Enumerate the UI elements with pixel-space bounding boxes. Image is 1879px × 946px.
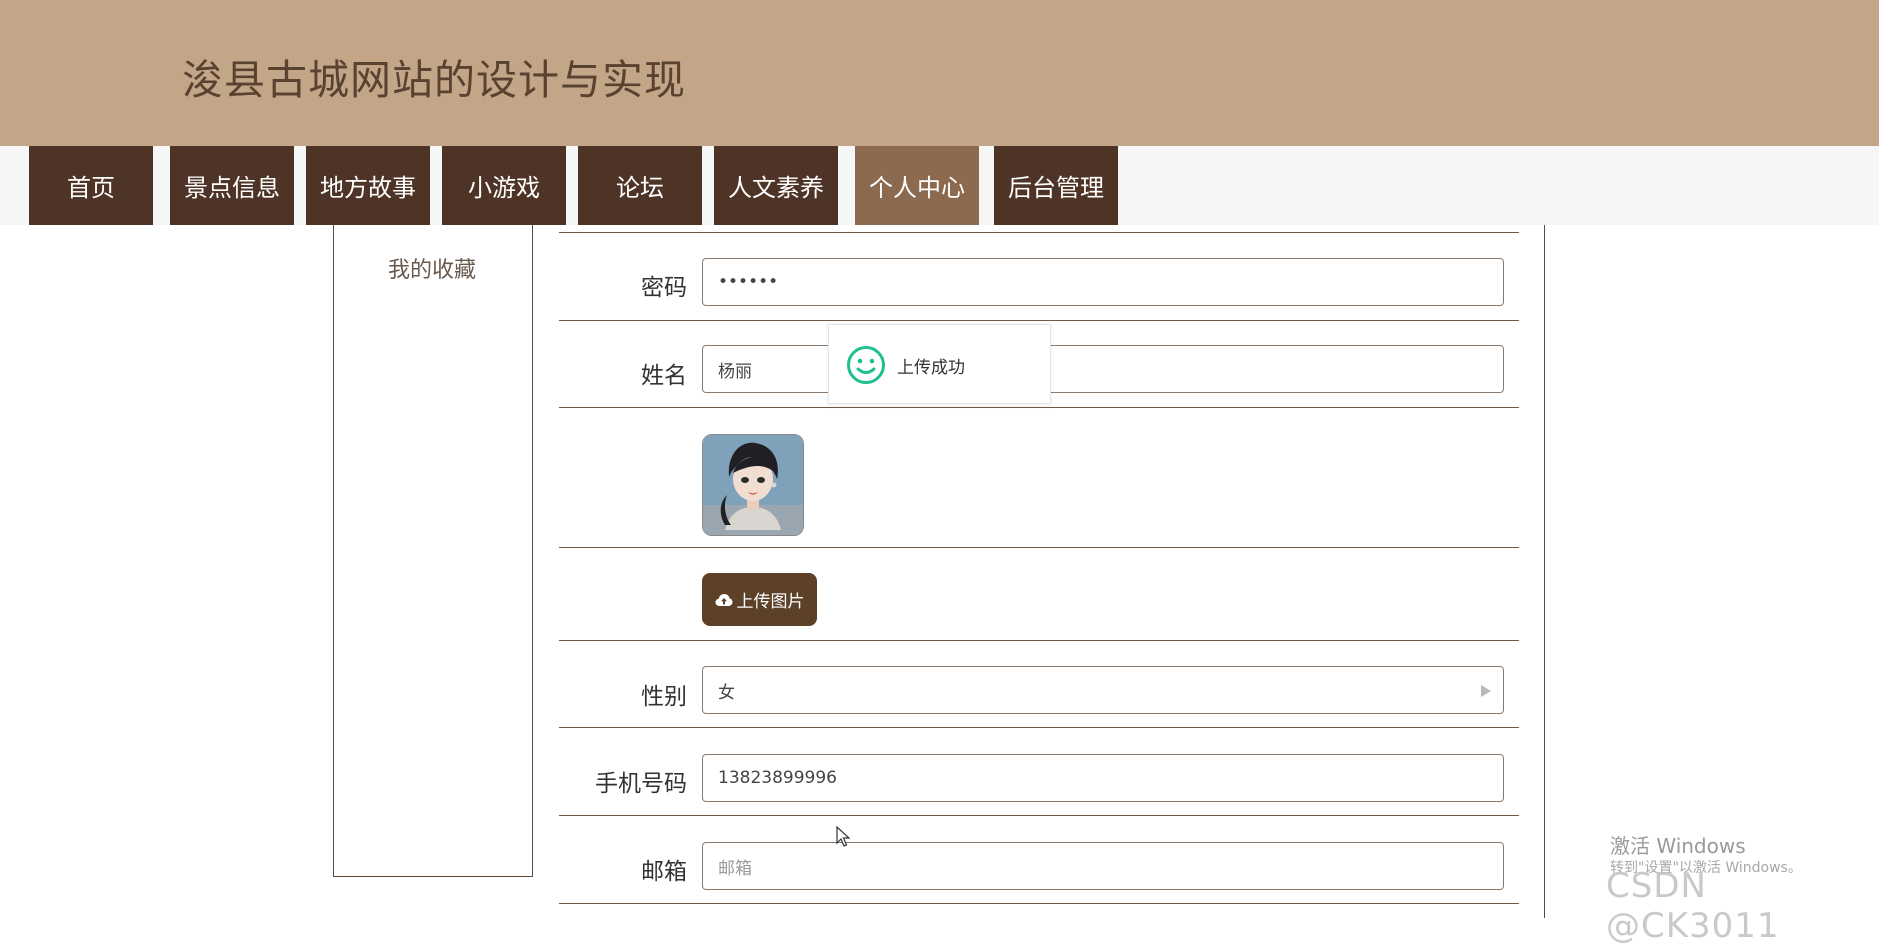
sidebar-item-favorites[interactable]: 我的收藏 — [388, 252, 476, 284]
phone-field[interactable]: 13823899996 — [702, 754, 1504, 802]
row-divider — [559, 547, 1519, 548]
select-arrow-icon — [1481, 685, 1491, 697]
nav-home[interactable]: 首页 — [29, 146, 153, 225]
password-label: 密码 — [641, 275, 687, 301]
sidebar-panel — [333, 225, 533, 877]
row-divider — [559, 407, 1519, 408]
nav-forum[interactable]: 论坛 — [578, 146, 702, 225]
gender-label: 性别 — [641, 684, 687, 710]
upload-success-toast: 上传成功 — [828, 324, 1051, 404]
nav-local-stories[interactable]: 地方故事 — [306, 146, 430, 225]
avatar-image — [702, 434, 804, 536]
smile-icon — [847, 346, 885, 384]
cloud-upload-icon — [715, 593, 732, 606]
toast-message: 上传成功 — [897, 358, 965, 378]
row-divider — [559, 320, 1519, 321]
nav-mini-games[interactable]: 小游戏 — [442, 146, 566, 225]
windows-activation-watermark: 激活 Windows — [1610, 834, 1746, 858]
avatar-illustration — [703, 435, 803, 535]
csdn-watermark: CSDN @CK3011 — [1606, 866, 1780, 946]
nav-admin[interactable]: 后台管理 — [994, 146, 1118, 225]
nav-attractions[interactable]: 景点信息 — [170, 146, 294, 225]
gender-select[interactable]: 女 — [702, 666, 1504, 714]
row-divider — [559, 903, 1519, 904]
upload-image-button[interactable]: 上传图片 — [702, 573, 817, 626]
email-field[interactable]: 邮箱 — [702, 842, 1504, 890]
nav-humanities[interactable]: 人文素养 — [714, 146, 838, 225]
site-title: 浚县古城网站的设计与实现 — [182, 56, 686, 104]
nav-personal-center[interactable]: 个人中心 — [855, 146, 979, 225]
gender-select-value: 女 — [718, 682, 735, 703]
row-divider — [559, 640, 1519, 641]
row-divider — [559, 727, 1519, 728]
name-label: 姓名 — [641, 363, 687, 389]
password-field[interactable]: •••••• — [702, 258, 1504, 306]
name-field[interactable]: 杨丽 — [702, 345, 1504, 393]
mouse-cursor-icon — [836, 826, 851, 847]
upload-image-label: 上传图片 — [736, 592, 805, 612]
row-divider — [559, 232, 1519, 233]
phone-label: 手机号码 — [595, 771, 687, 797]
row-divider — [559, 815, 1519, 816]
email-label: 邮箱 — [641, 859, 687, 885]
site-header: 浚县古城网站的设计与实现 — [0, 0, 1879, 146]
